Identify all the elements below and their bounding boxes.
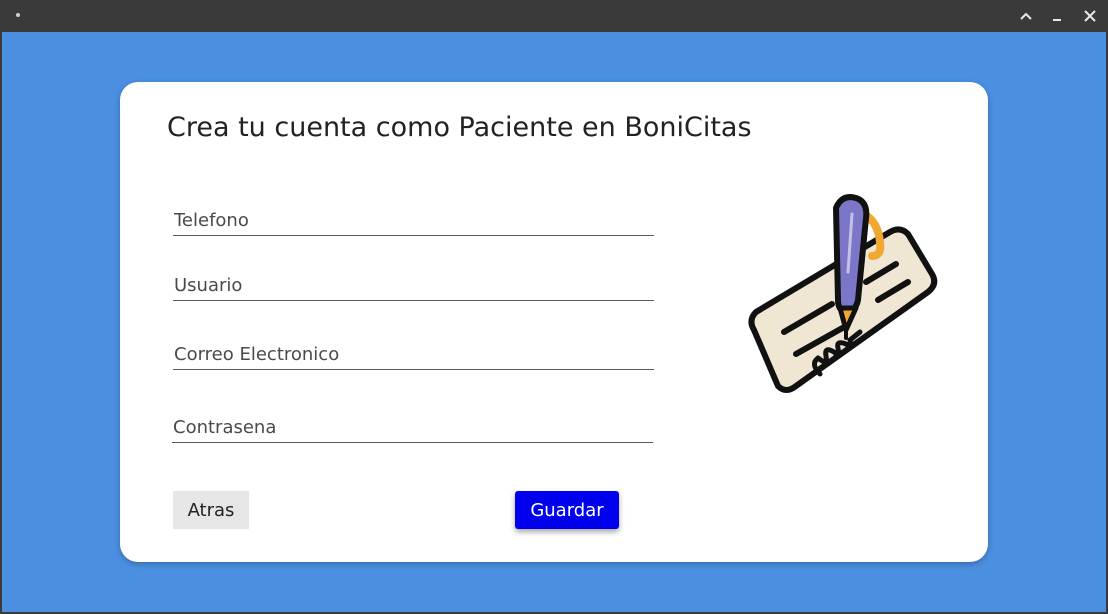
save-button[interactable]: Guardar bbox=[515, 491, 619, 529]
window-menu-icon[interactable] bbox=[16, 13, 20, 17]
correo-input[interactable] bbox=[173, 344, 652, 365]
back-button[interactable]: Atras bbox=[173, 491, 249, 529]
minimize-icon[interactable] bbox=[1047, 6, 1067, 26]
main-content: Crea tu cuenta como Paciente en BoniCita… bbox=[2, 32, 1106, 612]
signed-check-pen-icon bbox=[740, 190, 940, 410]
correo-field bbox=[173, 333, 654, 370]
telefono-field bbox=[173, 199, 654, 236]
registration-card: Crea tu cuenta como Paciente en BoniCita… bbox=[120, 82, 988, 562]
usuario-input[interactable] bbox=[173, 275, 652, 296]
title-bar bbox=[0, 0, 1108, 32]
contrasena-field bbox=[172, 406, 653, 443]
app-window: Crea tu cuenta como Paciente en BoniCita… bbox=[0, 0, 1108, 614]
contrasena-input[interactable] bbox=[172, 417, 651, 438]
close-icon[interactable] bbox=[1080, 6, 1100, 26]
telefono-input[interactable] bbox=[173, 210, 652, 231]
page-title: Crea tu cuenta como Paciente en BoniCita… bbox=[167, 112, 752, 143]
chevron-up-icon[interactable] bbox=[1016, 6, 1036, 26]
usuario-field bbox=[173, 264, 654, 301]
